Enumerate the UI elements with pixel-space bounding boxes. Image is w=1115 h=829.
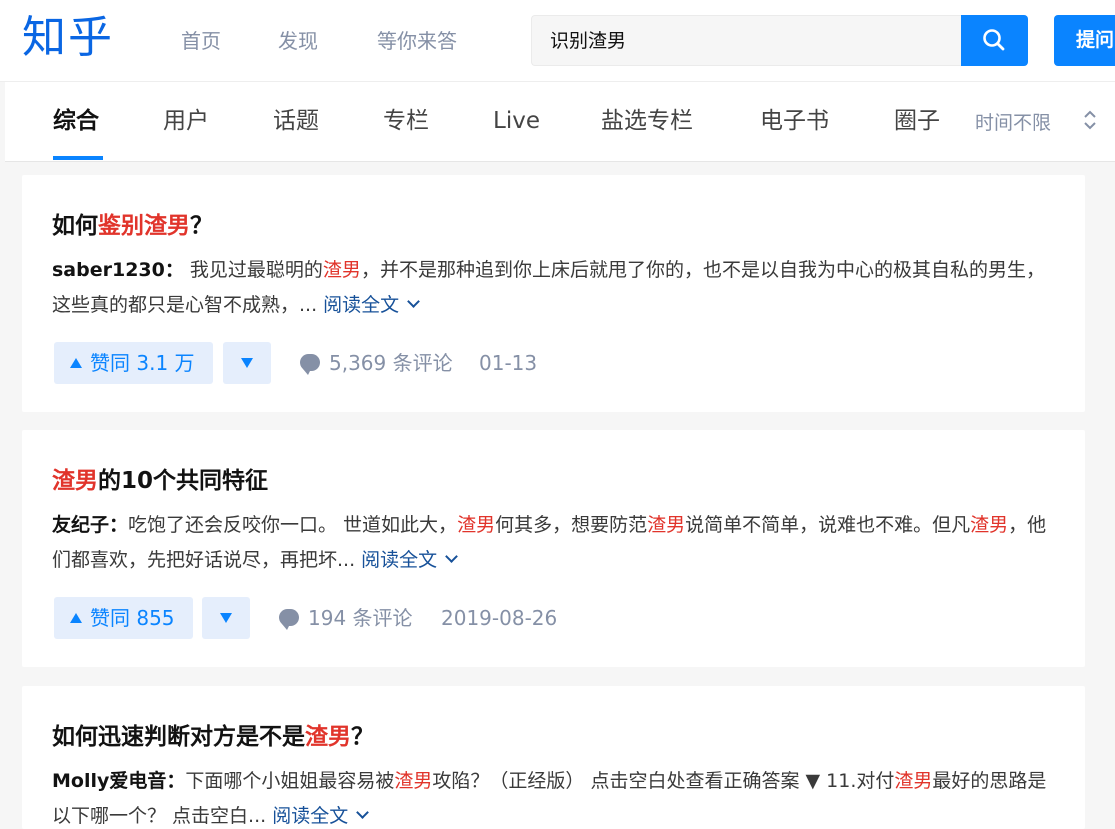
ask-question-button[interactable]: 提问 (1054, 15, 1115, 66)
comment-count[interactable]: 5,369 条评论 (329, 350, 453, 376)
comment-icon (279, 609, 299, 630)
author-name: Molly爱电音： (52, 770, 186, 792)
tab-users[interactable]: 用户 (163, 106, 209, 136)
result-excerpt[interactable]: saber1230： 我见过最聪明的渣男，并不是那种追到你上床后就甩了你的，也不… (52, 253, 1062, 323)
upvote-button[interactable]: 赞同 3.1 万 (54, 342, 213, 384)
chevron-down-icon (445, 550, 459, 563)
result-excerpt[interactable]: 友纪子：吃饱了还会反咬你一口。 世道如此大，渣男何其多，想要防范渣男说简单不简单… (52, 508, 1062, 578)
search-input[interactable]: 识别渣男 (550, 28, 626, 54)
result-excerpt[interactable]: Molly爱电音：下面哪个小姐姐最容易被渣男攻陷？（正经版） 点击空白处查看正确… (52, 764, 1062, 829)
triangle-up-icon (70, 613, 82, 623)
top-header: 知乎 首页 发现 等你来答 识别渣男 提问 (0, 0, 1115, 82)
result-title[interactable]: 如何迅速判断对方是不是渣男？ (52, 722, 374, 752)
result-title[interactable]: 如何鉴别渣男？ (52, 211, 213, 241)
read-more-link[interactable]: 阅读全文 (272, 805, 348, 827)
search-type-tabs: 综合 用户 话题 专栏 Live 盐选专栏 电子书 圈子 时间不限 (5, 82, 1115, 162)
comment-count[interactable]: 194 条评论 (308, 605, 413, 631)
nav-discover[interactable]: 发现 (278, 28, 318, 54)
tab-general[interactable]: 综合 (53, 106, 99, 136)
read-more-link[interactable]: 阅读全文 (361, 549, 437, 571)
search-button[interactable] (961, 15, 1028, 66)
chevron-down-icon (356, 806, 370, 819)
post-date: 01-13 (479, 351, 538, 375)
comment-icon (300, 354, 320, 375)
search-result-card: 渣男的10个共同特征 友纪子：吃饱了还会反咬你一口。 世道如此大，渣男何其多，想… (22, 430, 1085, 667)
search-icon (983, 29, 1005, 51)
zhihu-logo[interactable]: 知乎 (22, 10, 114, 66)
sort-updown-icon[interactable] (1083, 108, 1097, 134)
nav-home[interactable]: 首页 (181, 28, 221, 54)
upvote-button[interactable]: 赞同 855 (54, 597, 193, 639)
active-tab-indicator (53, 156, 103, 160)
search-result-card: 如何鉴别渣男？ saber1230： 我见过最聪明的渣男，并不是那种追到你上床后… (22, 175, 1085, 412)
tab-columns[interactable]: 专栏 (383, 106, 429, 136)
triangle-down-icon (220, 613, 232, 623)
read-more-link[interactable]: 阅读全文 (323, 294, 399, 316)
triangle-down-icon (241, 358, 253, 368)
tab-circles[interactable]: 圈子 (894, 106, 940, 136)
post-date: 2019-08-26 (441, 606, 558, 630)
tab-live[interactable]: Live (493, 106, 540, 136)
author-name: saber1230： (52, 259, 184, 281)
downvote-button[interactable] (223, 342, 271, 384)
tab-topics[interactable]: 话题 (273, 106, 319, 136)
search-result-card: 如何迅速判断对方是不是渣男？ Molly爱电音：下面哪个小姐姐最容易被渣男攻陷？… (22, 686, 1085, 829)
result-title[interactable]: 渣男的10个共同特征 (52, 466, 268, 496)
tab-salt-columns[interactable]: 盐选专栏 (601, 106, 693, 136)
downvote-button[interactable] (202, 597, 250, 639)
search-box[interactable]: 识别渣男 (531, 15, 961, 66)
tab-ebooks[interactable]: 电子书 (760, 106, 829, 136)
author-name: 友纪子： (52, 514, 129, 536)
triangle-up-icon (70, 358, 82, 368)
nav-waiting-answer[interactable]: 等你来答 (377, 28, 457, 54)
chevron-down-icon (407, 295, 421, 308)
time-filter-select[interactable]: 时间不限 (975, 110, 1051, 136)
